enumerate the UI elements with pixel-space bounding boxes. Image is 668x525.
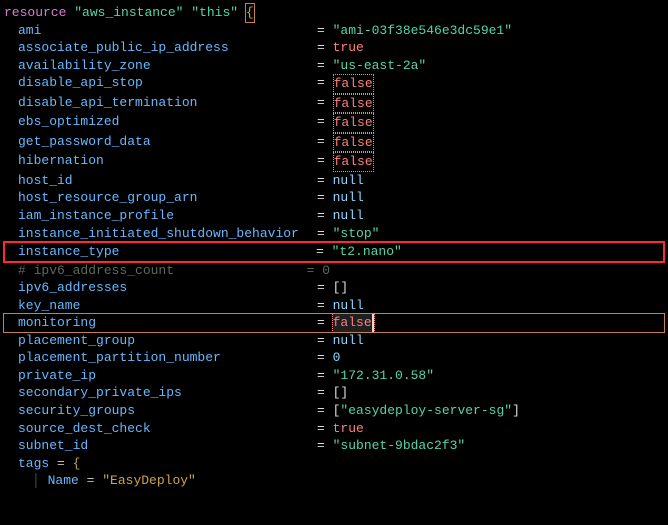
attr-key: ebs_optimized — [18, 113, 317, 133]
attr-value: true — [333, 420, 364, 438]
attr-value: [] — [333, 384, 349, 402]
attr-value: [] — [333, 279, 349, 297]
attr-key: key_name — [18, 297, 317, 315]
attr-value: false — [333, 94, 374, 114]
attr-value: false — [333, 113, 374, 133]
code-line: host_resource_group_arn= null — [4, 189, 664, 207]
code-line: associate_public_ip_address= true — [4, 39, 664, 57]
attr-key: private_ip — [18, 367, 317, 385]
code-line: subnet_id= "subnet-9bdac2f3" — [4, 437, 664, 455]
attr-value: "ami-03f38e546e3dc59e1" — [333, 22, 512, 40]
attr-value: false — [333, 74, 374, 94]
attr-value: false — [333, 152, 374, 172]
attr-value: 0 — [333, 349, 341, 367]
comment-line: # ipv6_address_count = 0 — [4, 262, 664, 280]
brace-open: { — [246, 4, 254, 22]
block-name: "this" — [191, 4, 238, 22]
attr-key: instance_type — [18, 243, 316, 261]
code-line: disable_api_stop= false — [4, 74, 664, 94]
code-line: private_ip= "172.31.0.58" — [4, 367, 664, 385]
attr-key: disable_api_termination — [18, 94, 317, 114]
attr-key: security_groups — [18, 402, 317, 420]
attr-value: "us-east-2a" — [333, 57, 427, 75]
attr-key: iam_instance_profile — [18, 207, 317, 225]
code-line: resource "aws_instance" "this" { — [4, 4, 664, 22]
code-line: disable_api_termination= false — [4, 94, 664, 114]
attr-key: placement_partition_number — [18, 349, 317, 367]
code-line: placement_group= null — [4, 332, 664, 350]
attr-value: false — [333, 133, 374, 153]
code-line: source_dest_check= true — [4, 420, 664, 438]
attr-key: ipv6_addresses — [18, 279, 317, 297]
selected-line-monitoring: monitoring= false — [4, 314, 664, 332]
attr-value: true — [333, 39, 364, 57]
code-line: get_password_data= false — [4, 133, 664, 153]
highlighted-line-instance-type: instance_type= "t2.nano" — [4, 242, 664, 262]
tag-entry: │ Name = "EasyDeploy" — [4, 472, 664, 490]
attr-value: ["easydeploy-server-sg"] — [333, 402, 520, 420]
attr-value: "stop" — [333, 225, 380, 243]
attr-key: hibernation — [18, 152, 317, 172]
code-line: placement_partition_number= 0 — [4, 349, 664, 367]
code-line: instance_initiated_shutdown_behavior= "s… — [4, 225, 664, 243]
tag-name-val: "EasyDeploy" — [102, 472, 196, 490]
tags-key: tags — [18, 455, 49, 473]
attr-value: null — [333, 207, 364, 225]
attr-key: host_id — [18, 172, 317, 190]
attr-value: "t2.nano" — [332, 243, 402, 261]
attr-key: source_dest_check — [18, 420, 317, 438]
code-line: security_groups= ["easydeploy-server-sg"… — [4, 402, 664, 420]
tags-open: tags = { — [4, 455, 664, 473]
block-type: "aws_instance" — [74, 4, 183, 22]
comment-text: # ipv6_address_count = 0 — [18, 262, 330, 280]
attr-key: associate_public_ip_address — [18, 39, 317, 57]
code-line: availability_zone= "us-east-2a" — [4, 57, 664, 75]
attr-value: null — [333, 172, 364, 190]
attr-key: instance_initiated_shutdown_behavior — [18, 225, 317, 243]
tag-name-key: Name — [48, 472, 79, 490]
attr-key: secondary_private_ips — [18, 384, 317, 402]
code-line: iam_instance_profile= null — [4, 207, 664, 225]
attr-key: disable_api_stop — [18, 74, 317, 94]
code-line: host_id= null — [4, 172, 664, 190]
attr-key: placement_group — [18, 332, 317, 350]
attr-key: get_password_data — [18, 133, 317, 153]
attr-key: subnet_id — [18, 437, 317, 455]
keyword-resource: resource — [4, 4, 66, 22]
attr-value: "subnet-9bdac2f3" — [333, 437, 466, 455]
attr-key: monitoring — [18, 314, 317, 332]
attr-key: host_resource_group_arn — [18, 189, 317, 207]
attr-value: null — [333, 297, 364, 315]
code-line: hibernation= false — [4, 152, 664, 172]
code-line: ipv6_addresses= [] — [4, 279, 664, 297]
attr-value: null — [333, 189, 364, 207]
attr-value-cursor: false — [333, 314, 374, 332]
attr-key: ami — [18, 22, 317, 40]
code-line: secondary_private_ips= [] — [4, 384, 664, 402]
attr-key: availability_zone — [18, 57, 317, 75]
code-line: ebs_optimized= false — [4, 113, 664, 133]
attr-value: null — [333, 332, 364, 350]
attr-value: "172.31.0.58" — [333, 367, 434, 385]
code-line: key_name= null — [4, 297, 664, 315]
code-line: ami= "ami-03f38e546e3dc59e1" — [4, 22, 664, 40]
